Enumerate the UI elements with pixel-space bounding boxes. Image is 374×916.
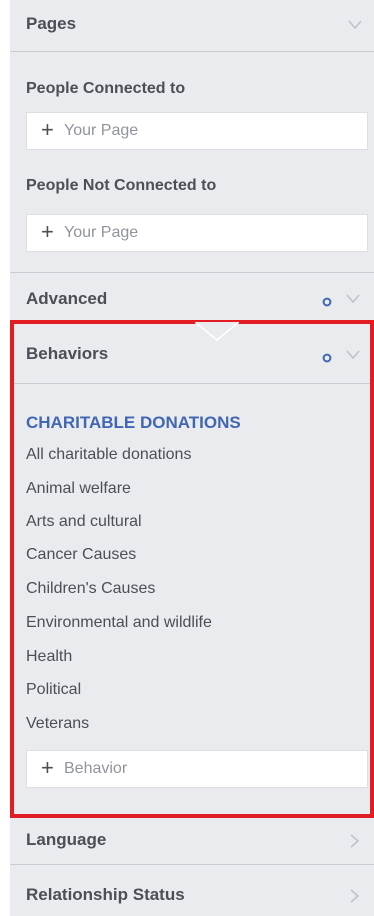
- behavior-option[interactable]: Veterans: [26, 715, 89, 733]
- pages-section-header[interactable]: Pages: [10, 0, 374, 54]
- behavior-input[interactable]: + Behavior: [26, 750, 368, 788]
- behavior-option[interactable]: Children's Causes: [26, 580, 155, 598]
- pages-title: Pages: [26, 14, 77, 33]
- plus-icon: +: [41, 117, 54, 142]
- connected-page-placeholder: Your Page: [64, 122, 139, 139]
- people-connected-label: People Connected to: [26, 80, 186, 97]
- behaviors-highlight-box: [10, 320, 374, 818]
- chevron-down-icon[interactable]: [348, 20, 362, 32]
- blue-dot-icon: [322, 350, 332, 363]
- behaviors-title: Behaviors: [26, 344, 109, 363]
- behavior-option[interactable]: Cancer Causes: [26, 546, 136, 564]
- behaviors-section-header[interactable]: Behaviors: [10, 326, 374, 384]
- relationship-section-header[interactable]: Relationship Status: [10, 865, 374, 916]
- divider: [14, 383, 370, 384]
- behavior-option[interactable]: All charitable donations: [26, 446, 191, 464]
- plus-icon: +: [41, 219, 54, 244]
- chevron-down-icon[interactable]: [346, 350, 360, 362]
- behavior-input-placeholder: Behavior: [64, 760, 128, 777]
- people-not-connected-label: People Not Connected to: [26, 177, 217, 194]
- behavior-option[interactable]: Environmental and wildlife: [26, 614, 212, 632]
- chevron-right-icon[interactable]: [350, 834, 362, 848]
- behavior-option[interactable]: Arts and cultural: [26, 513, 142, 531]
- behavior-option[interactable]: Political: [26, 681, 81, 699]
- behavior-option[interactable]: Health: [26, 648, 72, 666]
- relationship-title: Relationship Status: [26, 885, 185, 904]
- advanced-section-header[interactable]: Advanced: [10, 273, 374, 323]
- blue-dot-icon: [322, 294, 332, 307]
- chevron-down-icon[interactable]: [346, 294, 360, 306]
- targeting-panel: Pages People Connected to + Your Page Pe…: [10, 0, 374, 916]
- connected-page-input[interactable]: + Your Page: [26, 112, 368, 150]
- not-connected-page-placeholder: Your Page: [64, 224, 139, 241]
- plus-icon: +: [41, 755, 54, 780]
- divider: [10, 51, 374, 52]
- behavior-option[interactable]: Animal welfare: [26, 480, 131, 498]
- not-connected-page-input[interactable]: + Your Page: [26, 214, 368, 252]
- chevron-right-icon[interactable]: [350, 889, 362, 903]
- behavior-category-title[interactable]: CHARITABLE DONATIONS: [26, 413, 241, 433]
- language-section-header[interactable]: Language: [10, 818, 374, 864]
- advanced-title: Advanced: [26, 289, 108, 308]
- language-title: Language: [26, 830, 107, 849]
